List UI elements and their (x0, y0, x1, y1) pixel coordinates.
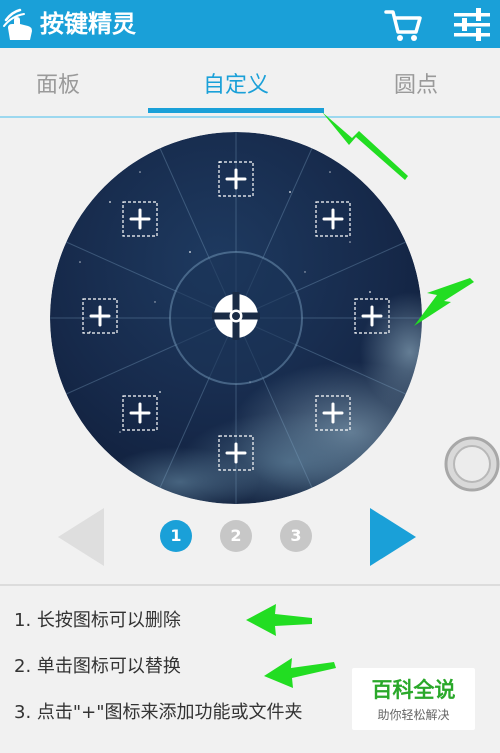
tab-panel[interactable]: 面板 (0, 68, 116, 108)
annotation-arrow-icon (264, 658, 336, 688)
annotation-arrow-icon (246, 604, 312, 636)
right-triangle-icon[interactable] (368, 506, 418, 568)
radial-wheel (50, 132, 422, 504)
sliders-settings-icon[interactable] (452, 6, 492, 44)
floating-ball-icon[interactable] (444, 436, 500, 492)
tab-custom[interactable]: 自定义 (148, 68, 324, 108)
content-divider (0, 584, 500, 586)
instruction-line-1: 1. 长按图标可以删除 (14, 610, 181, 631)
page-dot-2[interactable]: 2 (220, 520, 252, 552)
watermark: 百科全说 助你轻松解决 (352, 668, 475, 730)
annotation-arrow-icon (414, 278, 474, 326)
page-dot-3[interactable]: 3 (280, 520, 312, 552)
shopping-cart-icon[interactable] (384, 6, 424, 44)
instruction-line-3: 3. 点击"+"图标来添加功能或文件夹 (14, 702, 303, 723)
tab-dot[interactable]: 圆点 (356, 68, 476, 108)
hand-tap-icon (3, 8, 32, 40)
page-indicator: 1 2 3 (0, 500, 500, 580)
watermark-subtitle: 助你轻松解决 (377, 708, 450, 722)
active-tab-indicator (148, 108, 324, 113)
tab-divider (0, 116, 500, 118)
instruction-line-2: 2. 单击图标可以替换 (14, 656, 181, 677)
app-title: 按键精灵 (40, 10, 136, 38)
watermark-title: 百科全说 (371, 678, 456, 702)
page-dot-1[interactable]: 1 (160, 520, 192, 552)
left-triangle-icon[interactable] (56, 506, 106, 568)
app-bar: 按键精灵 (0, 0, 500, 48)
